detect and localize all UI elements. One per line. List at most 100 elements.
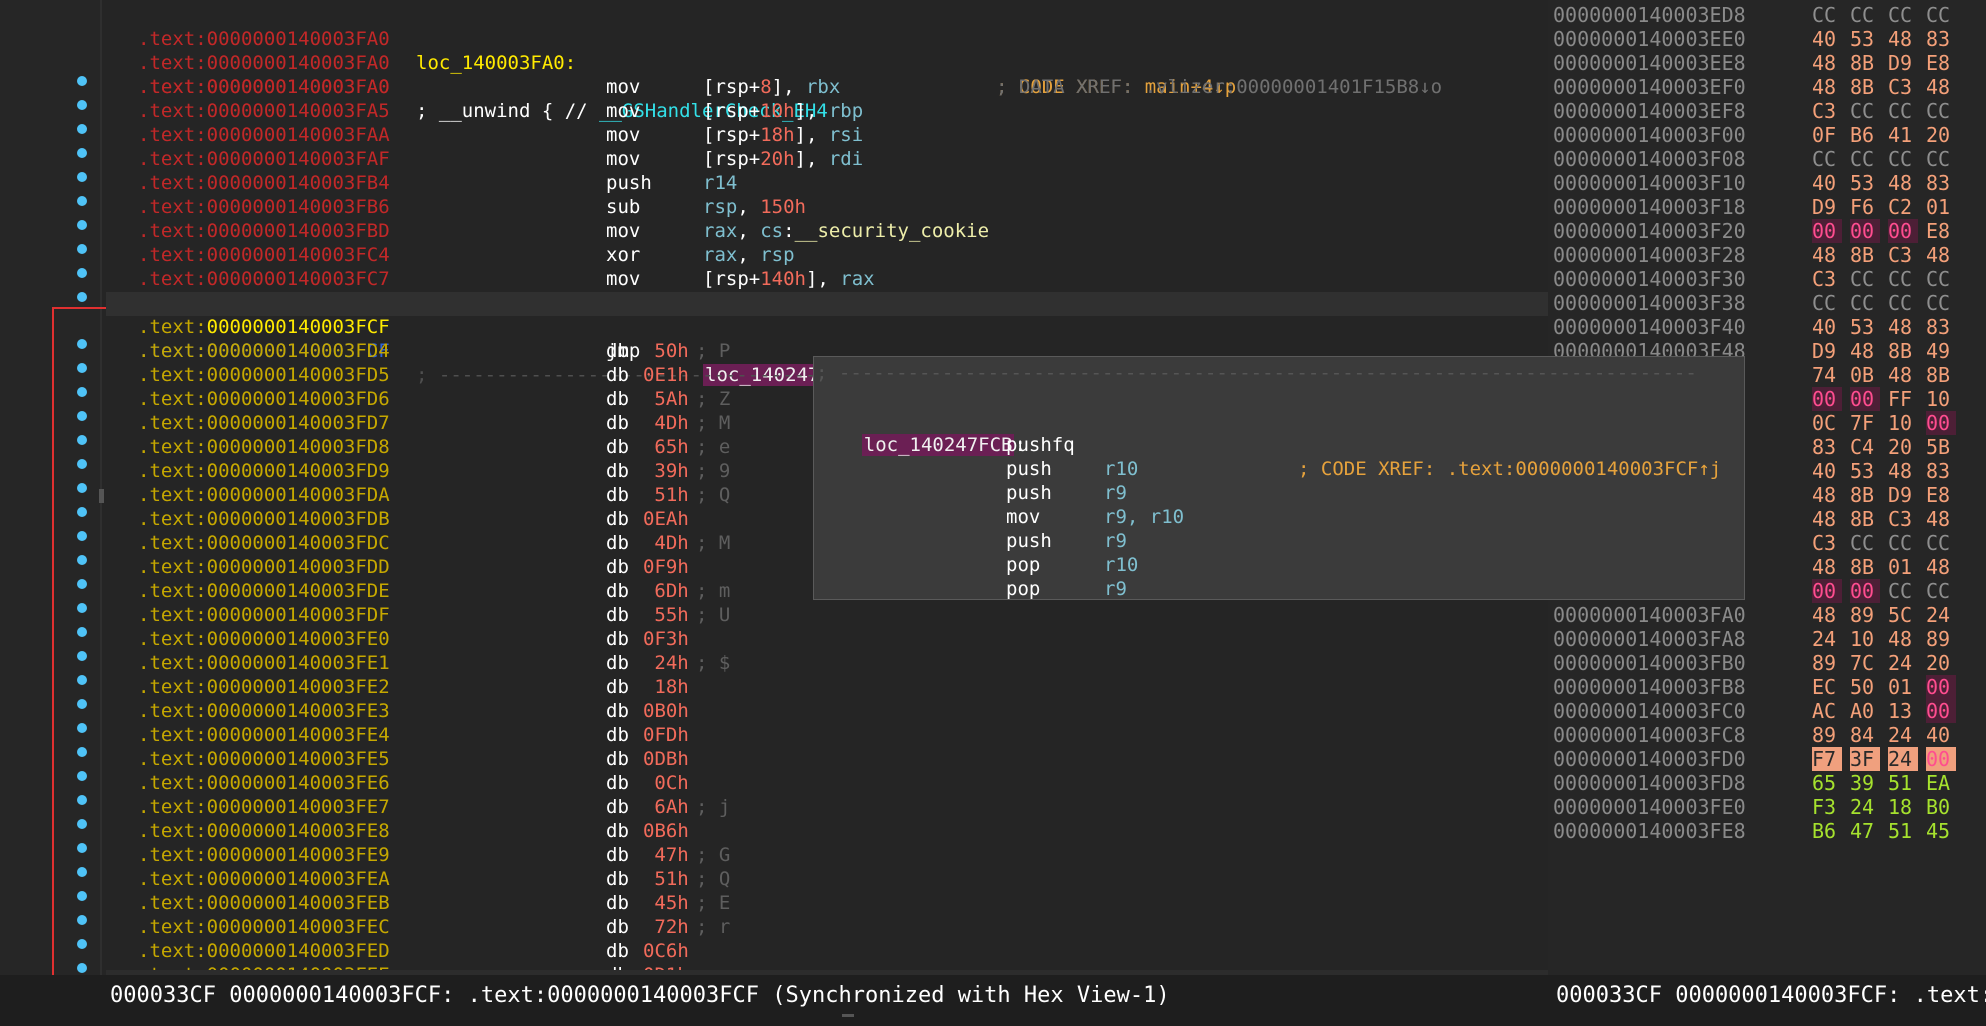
hex-byte[interactable]: 20	[1888, 435, 1918, 459]
operands[interactable]: rsp, 150h	[703, 195, 806, 219]
disasm-line-separator[interactable]: .text:0000000140003FCF ; ---------------…	[106, 315, 1297, 386]
hex-byte[interactable]: 53	[1850, 27, 1880, 51]
breakpoint-dot[interactable]	[77, 196, 87, 206]
disasm-line-current[interactable]: .text:0000000140003FCF jmp loc_140247FCB	[106, 291, 856, 386]
breakpoint-dot[interactable]	[77, 363, 87, 373]
hex-byte[interactable]: B6	[1812, 819, 1842, 843]
hex-byte[interactable]: C3	[1812, 531, 1842, 555]
hex-byte[interactable]: CC	[1850, 3, 1880, 27]
disasm-line[interactable]: .text:0000000140003FA0 ; DATA XREF: .vli…	[106, 27, 1442, 98]
hex-byte[interactable]: CC	[1926, 291, 1956, 315]
hex-byte[interactable]: CC	[1850, 147, 1880, 171]
hex-byte[interactable]: CC	[1888, 3, 1918, 27]
breakpoint-dot[interactable]	[77, 603, 87, 613]
hex-byte[interactable]: 00	[1850, 579, 1880, 603]
hex-byte[interactable]: CC	[1888, 291, 1918, 315]
hex-byte[interactable]: 48	[1888, 459, 1918, 483]
hex-byte[interactable]: CC	[1888, 147, 1918, 171]
hex-byte[interactable]: 74	[1812, 363, 1842, 387]
hex-byte[interactable]: CC	[1888, 99, 1918, 123]
hex-byte[interactable]: CC	[1850, 267, 1880, 291]
hex-byte[interactable]: 48	[1888, 27, 1918, 51]
hex-byte[interactable]: 40	[1812, 315, 1842, 339]
hex-byte[interactable]: CC	[1812, 3, 1842, 27]
breakpoint-dot[interactable]	[77, 411, 87, 421]
breakpoint-dot[interactable]	[77, 939, 87, 949]
hex-byte[interactable]: C3	[1812, 99, 1842, 123]
hex-byte[interactable]: 53	[1850, 459, 1880, 483]
breakpoint-dot[interactable]	[77, 651, 87, 661]
hex-byte[interactable]: 89	[1812, 651, 1842, 675]
hex-byte[interactable]: 5B	[1926, 435, 1956, 459]
operands[interactable]: [rsp+10h], rbp	[703, 99, 863, 123]
breakpoint-dot[interactable]	[77, 76, 87, 86]
breakpoint-dot[interactable]	[77, 555, 87, 565]
hex-byte[interactable]: CC	[1812, 147, 1842, 171]
hex-byte[interactable]: 48	[1888, 315, 1918, 339]
hex-byte[interactable]: 48	[1888, 627, 1918, 651]
hex-byte[interactable]: 00	[1850, 387, 1880, 411]
status-grip[interactable]	[842, 1014, 854, 1017]
hex-byte[interactable]: D9	[1888, 483, 1918, 507]
operands[interactable]: [rsp+20h], rdi	[703, 147, 863, 171]
hex-byte[interactable]: 13	[1888, 699, 1918, 723]
hex-byte[interactable]: 8B	[1850, 51, 1880, 75]
hex-byte[interactable]: 48	[1926, 75, 1956, 99]
breakpoint-dot[interactable]	[77, 339, 87, 349]
hex-byte[interactable]: C2	[1888, 195, 1918, 219]
hex-byte[interactable]: 83	[1926, 315, 1956, 339]
breakpoint-dot[interactable]	[77, 124, 87, 134]
hex-byte[interactable]: 89	[1812, 723, 1842, 747]
hex-byte[interactable]: D9	[1812, 195, 1842, 219]
hex-byte[interactable]: CC	[1850, 531, 1880, 555]
hex-byte[interactable]: 01	[1888, 555, 1918, 579]
hex-byte[interactable]: 00	[1888, 219, 1918, 243]
hex-byte[interactable]: 48	[1812, 507, 1842, 531]
hex-byte[interactable]: 24	[1926, 603, 1956, 627]
hex-byte[interactable]: 83	[1812, 435, 1842, 459]
hex-byte[interactable]: 83	[1926, 459, 1956, 483]
hex-byte[interactable]: A0	[1850, 699, 1880, 723]
hex-byte[interactable]: 20	[1926, 651, 1956, 675]
hex-byte[interactable]: CC	[1812, 291, 1842, 315]
breakpoint-dot[interactable]	[77, 699, 87, 709]
hex-byte[interactable]: CC	[1926, 147, 1956, 171]
hex-byte[interactable]: F7	[1812, 747, 1842, 771]
breakpoint-dot[interactable]	[77, 172, 87, 182]
hex-byte[interactable]: 20	[1926, 123, 1956, 147]
breakpoint-dot[interactable]	[77, 483, 87, 493]
hex-byte[interactable]: C4	[1850, 435, 1880, 459]
hex-byte[interactable]: CC	[1850, 99, 1880, 123]
hex-byte[interactable]: CC	[1850, 291, 1880, 315]
hex-byte[interactable]: C3	[1888, 243, 1918, 267]
breakpoint-dot[interactable]	[77, 579, 87, 589]
hex-byte[interactable]: 84	[1850, 723, 1880, 747]
disasm-line[interactable]: .text:0000000140003FA0 ; __unwind { // _…	[106, 51, 828, 122]
hex-byte[interactable]: D9	[1812, 339, 1842, 363]
hex-byte[interactable]: 10	[1850, 627, 1880, 651]
operands[interactable]: rax, cs:__security_cookie	[703, 219, 989, 243]
hex-byte[interactable]: 00	[1926, 411, 1956, 435]
breakpoint-dot[interactable]	[77, 747, 87, 757]
hex-byte[interactable]: 8B	[1850, 507, 1880, 531]
hex-byte[interactable]: 48	[1812, 51, 1842, 75]
hex-byte[interactable]: CC	[1888, 579, 1918, 603]
breakpoint-dot[interactable]	[77, 723, 87, 733]
hex-byte[interactable]: 00	[1926, 747, 1956, 771]
breakpoint-dot[interactable]	[77, 292, 87, 302]
breakpoint-dot[interactable]	[77, 459, 87, 469]
hex-byte[interactable]: 7C	[1850, 651, 1880, 675]
hex-byte[interactable]: 24	[1850, 795, 1880, 819]
hex-byte[interactable]: 8B	[1888, 339, 1918, 363]
hex-byte[interactable]: EA	[1926, 771, 1956, 795]
breakpoint-dot[interactable]	[77, 963, 87, 973]
breakpoint-dot[interactable]	[77, 220, 87, 230]
hex-byte[interactable]: 8B	[1926, 363, 1956, 387]
hex-byte[interactable]: D9	[1888, 51, 1918, 75]
hex-byte[interactable]: 48	[1888, 171, 1918, 195]
hex-byte[interactable]: 7F	[1850, 411, 1880, 435]
hex-byte[interactable]: 0C	[1812, 411, 1842, 435]
hex-byte[interactable]: CC	[1926, 579, 1956, 603]
operands[interactable]: [rsp+140h], rax	[703, 267, 875, 291]
breakpoint-dot[interactable]	[77, 627, 87, 637]
